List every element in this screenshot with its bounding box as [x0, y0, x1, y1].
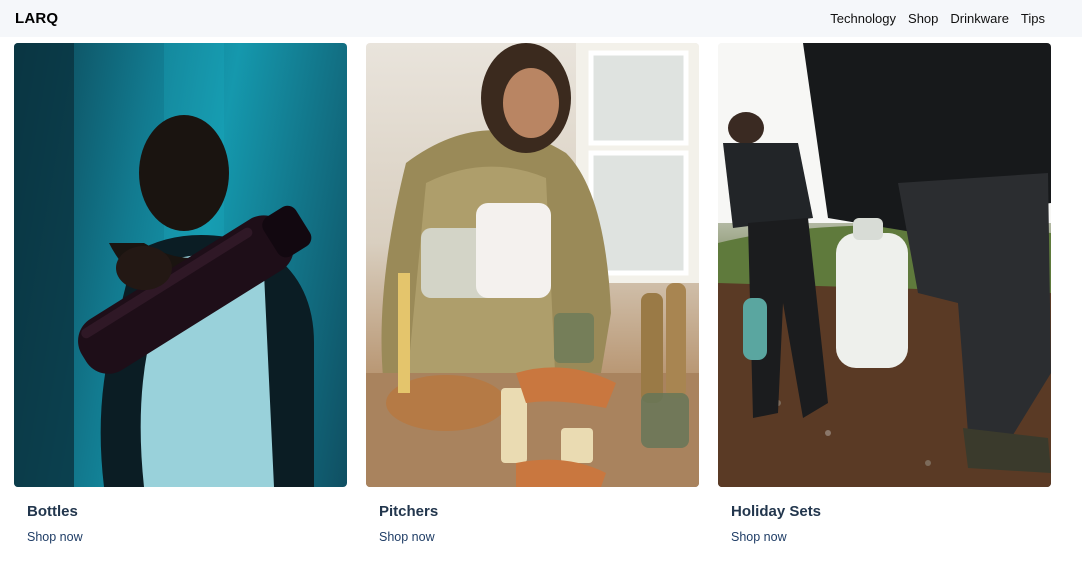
- card-title[interactable]: Bottles: [27, 503, 78, 520]
- nav-link-drinkware[interactable]: Drinkware: [950, 11, 1009, 26]
- shop-now-link[interactable]: Shop now: [27, 530, 83, 544]
- category-card-holiday-sets[interactable]: Holiday Sets Shop now: [718, 43, 1051, 544]
- top-navigation-bar: LARQ Technology Shop Drinkware Tips: [0, 0, 1082, 37]
- holiday-sets-photo-illustration: [718, 43, 1051, 487]
- shop-now-link[interactable]: Shop now: [379, 530, 435, 544]
- bottles-photo-illustration: [14, 43, 315, 487]
- category-card-bottles[interactable]: Bottles Shop now: [14, 43, 347, 544]
- card-title[interactable]: Pitchers: [379, 503, 438, 520]
- pitchers-photo-illustration: [366, 43, 699, 487]
- nav-link-technology[interactable]: Technology: [830, 11, 896, 26]
- brand-logo[interactable]: LARQ: [15, 10, 58, 27]
- nav-link-tips[interactable]: Tips: [1021, 11, 1045, 26]
- main-nav: Technology Shop Drinkware Tips: [830, 11, 1045, 26]
- pitchers-photo[interactable]: [366, 43, 699, 487]
- card-title[interactable]: Holiday Sets: [731, 503, 821, 520]
- category-card-pitchers[interactable]: Pitchers Shop now: [366, 43, 699, 544]
- shop-now-link[interactable]: Shop now: [731, 530, 787, 544]
- bottles-photo[interactable]: [14, 43, 347, 487]
- nav-link-shop[interactable]: Shop: [908, 11, 938, 26]
- holiday-sets-photo[interactable]: [718, 43, 1051, 487]
